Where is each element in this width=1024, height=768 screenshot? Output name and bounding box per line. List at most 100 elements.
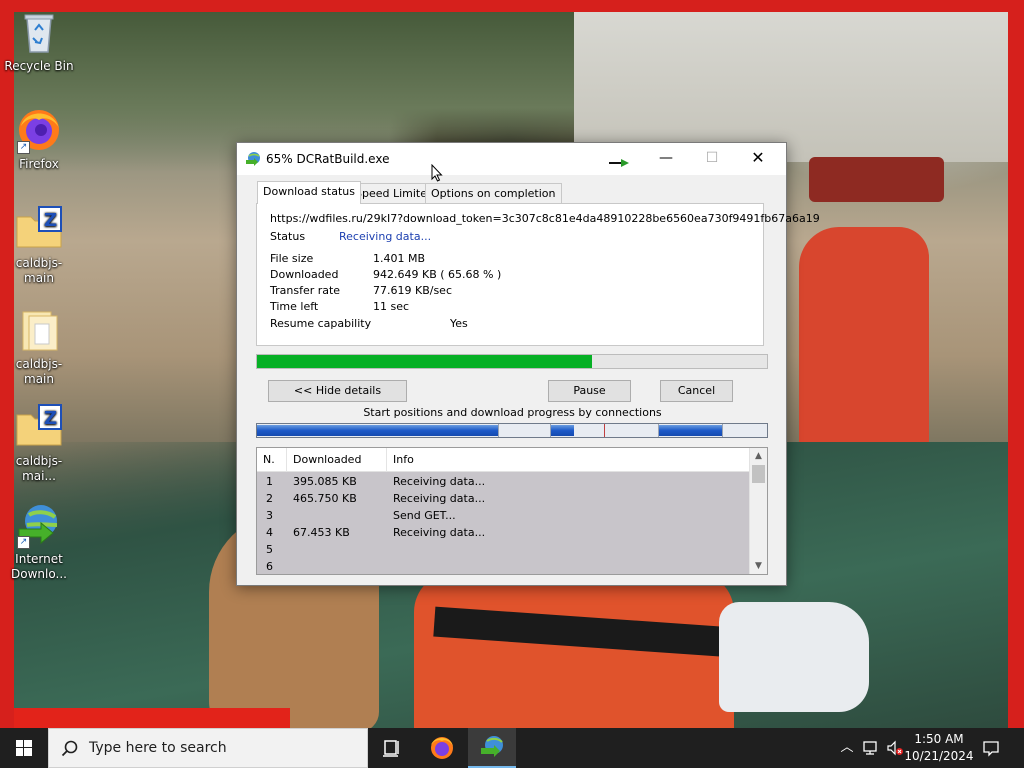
row-downloaded: 67.453 KB — [293, 526, 350, 539]
zip-folder-icon: Z — [15, 205, 63, 253]
taskbar-firefox[interactable] — [418, 728, 466, 768]
row-number: 2 — [266, 492, 273, 505]
network-icon[interactable] — [862, 739, 880, 757]
column-header-number[interactable]: N. — [257, 448, 287, 472]
recycle-bin-icon — [15, 8, 63, 56]
connections-table-header: N. Downloaded Info — [257, 448, 749, 472]
dialog-titlebar[interactable]: 65% DCRatBuild.exe — ☐ ✕ — [237, 143, 786, 182]
connections-caption: Start positions and download progress by… — [363, 406, 662, 419]
cancel-button[interactable]: Cancel — [660, 380, 733, 402]
close-button[interactable]: ✕ — [735, 143, 781, 175]
connections-progress-bar — [256, 423, 768, 438]
start-button[interactable] — [0, 728, 48, 768]
volume-muted-icon[interactable] — [886, 739, 904, 757]
maximize-button[interactable]: ☐ — [689, 143, 735, 175]
wallpaper-cloth — [719, 602, 869, 712]
clock-time: 1:50 AM — [914, 732, 964, 746]
tab-options-on-completion[interactable]: Options on completion — [425, 183, 562, 203]
row-number: 5 — [266, 543, 273, 556]
desktop-icon-label: Internet Downlo... — [11, 552, 67, 581]
system-clock[interactable]: 1:50 AM 10/21/2024 — [904, 731, 974, 765]
desktop-icon-label: Recycle Bin — [4, 59, 74, 73]
column-header-info[interactable]: Info — [387, 448, 749, 472]
desktop-icon-internet-download-manager[interactable]: ↗ Internet Downlo... — [1, 501, 77, 582]
search-placeholder: Type here to search — [89, 740, 227, 756]
row-number: 6 — [266, 560, 273, 573]
file-size-value: 1.401 MB — [373, 252, 426, 265]
download-progress-bar — [256, 354, 768, 369]
row-downloaded: 395.085 KB — [293, 475, 357, 488]
table-scrollbar[interactable]: ▲ ▼ — [749, 448, 767, 574]
internet-download-manager-icon — [245, 151, 261, 167]
row-info: Receiving data... — [393, 492, 486, 505]
download-url: https://wdfiles.ru/29kI7?download_token=… — [270, 212, 820, 225]
desktop-icon-caldbjs-zip-2[interactable]: Z caldbjs-mai... — [1, 403, 77, 484]
status-label: Status — [270, 230, 306, 243]
connection-segment-4 — [659, 425, 722, 436]
time-left-value: 11 sec — [373, 300, 410, 313]
download-progress-fill — [257, 355, 592, 368]
row-number: 3 — [266, 509, 273, 522]
time-left-label: Time left — [270, 300, 319, 313]
taskbar-search-box[interactable]: Type here to search — [48, 728, 368, 768]
minimize-button[interactable]: — — [643, 143, 689, 175]
task-view-icon — [383, 740, 399, 757]
connection-segment-1 — [257, 425, 498, 436]
desktop-icon-caldbjs-zip-1[interactable]: Z caldbjs-main — [1, 205, 77, 286]
transfer-rate-label: Transfer rate — [270, 284, 341, 297]
action-center-icon[interactable] — [982, 739, 1000, 757]
folder-icon — [15, 306, 63, 354]
connection-divider — [722, 424, 723, 437]
scroll-up-icon[interactable]: ▲ — [750, 448, 767, 464]
firefox-icon: ↗ — [15, 106, 63, 154]
shortcut-arrow-icon: ↗ — [17, 536, 30, 549]
windows-logo-icon — [16, 740, 32, 756]
taskbar-internet-download-manager[interactable] — [468, 728, 516, 768]
clock-date: 10/21/2024 — [904, 749, 974, 763]
shortcut-arrow-icon: ↗ — [17, 141, 30, 154]
wallpaper-sky — [574, 12, 1008, 162]
scroll-down-icon[interactable]: ▼ — [750, 558, 767, 574]
pause-button[interactable]: Pause — [548, 380, 631, 402]
wallpaper-red-banner — [14, 708, 290, 728]
desktop-icon-label: caldbjs-mai... — [15, 454, 63, 483]
desktop-icon-label: caldbjs-main — [15, 256, 63, 285]
svg-text:Z: Z — [44, 210, 57, 231]
tab-download-status[interactable]: Download status — [257, 181, 361, 204]
connections-table: N. Downloaded Info 1 395.085 KB Receivin… — [256, 447, 768, 575]
downloaded-label: Downloaded — [270, 268, 339, 281]
download-progress-dialog: 65% DCRatBuild.exe — ☐ ✕ Download status… — [236, 142, 820, 586]
transfer-rate-value: 77.619 KB/sec — [373, 284, 452, 297]
zip-folder-icon: Z — [15, 403, 63, 451]
task-view-button[interactable] — [368, 728, 416, 768]
resume-capability-value: Yes — [450, 317, 468, 330]
downloaded-value: 942.649 KB ( 65.68 % ) — [373, 268, 502, 281]
svg-text:Z: Z — [44, 408, 57, 429]
firefox-icon — [431, 737, 453, 759]
desktop-icon-label: caldbjs-main — [15, 357, 63, 386]
dialog-title: 65% DCRatBuild.exe — [266, 152, 390, 166]
status-value: Receiving data... — [339, 230, 432, 243]
column-header-downloaded[interactable]: Downloaded — [287, 448, 387, 472]
row-info: Receiving data... — [393, 475, 486, 488]
connection-segment-2 — [551, 425, 574, 436]
scrollbar-thumb[interactable] — [752, 465, 765, 483]
taskbar: Type here to search ︿ 1:50 AM 10/21/2024 — [0, 728, 1024, 768]
row-downloaded: 465.750 KB — [293, 492, 357, 505]
desktop-icon-caldbjs-folder[interactable]: caldbjs-main — [1, 306, 77, 387]
connection-divider — [604, 424, 605, 437]
internet-download-manager-icon — [481, 736, 503, 757]
mouse-pointer-icon — [431, 163, 443, 182]
show-hidden-icons-chevron-icon[interactable]: ︿ — [838, 739, 856, 757]
wallpaper-boat — [809, 157, 944, 202]
hide-details-button[interactable]: << Hide details — [268, 380, 407, 402]
desktop-icon-firefox[interactable]: ↗ Firefox — [1, 106, 77, 172]
row-info: Send GET... — [393, 509, 456, 522]
row-info: Receiving data... — [393, 526, 486, 539]
desktop-icon-label: Firefox — [19, 157, 59, 171]
minimize-to-tray-icon[interactable] — [609, 153, 631, 167]
internet-download-manager-icon: ↗ — [15, 501, 63, 549]
search-icon — [61, 740, 78, 757]
desktop-icon-recycle-bin[interactable]: Recycle Bin — [1, 8, 77, 74]
connection-divider — [498, 424, 499, 437]
